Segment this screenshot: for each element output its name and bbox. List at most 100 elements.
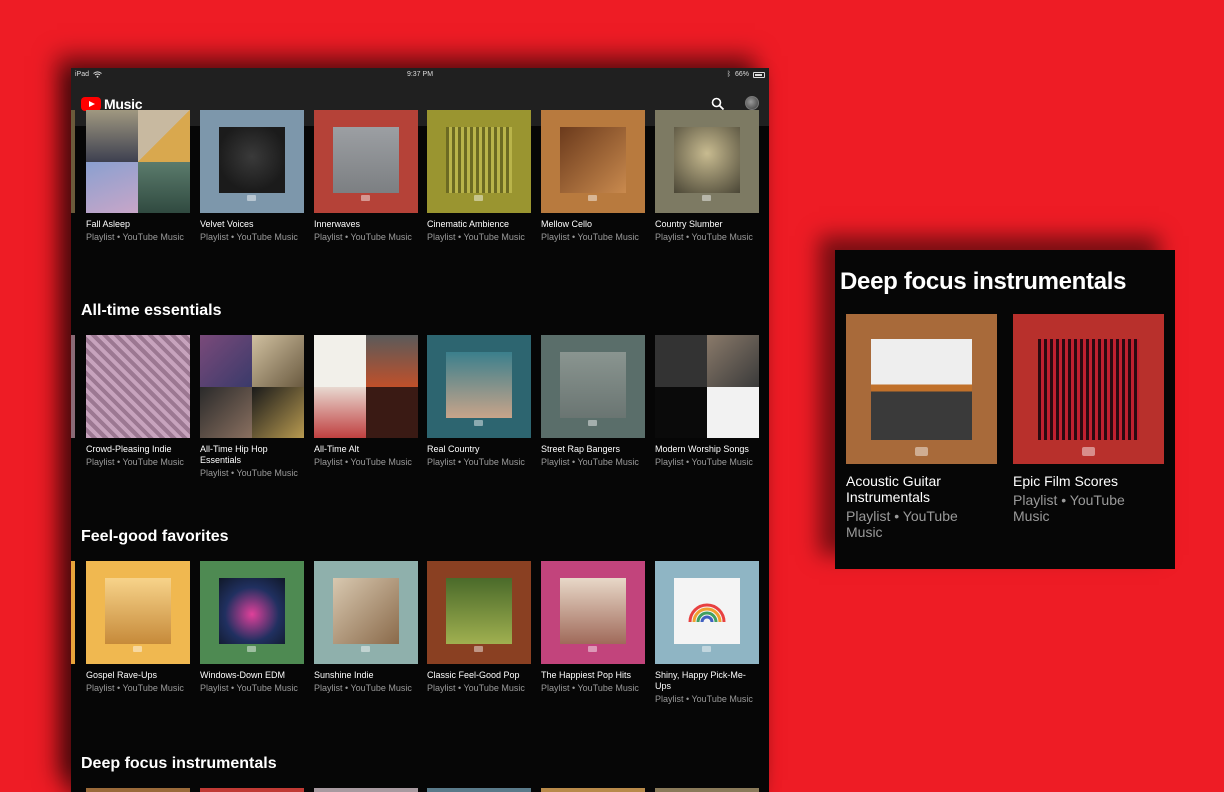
playlist-thumbnail bbox=[1013, 314, 1164, 464]
playlist-thumbnail bbox=[655, 561, 759, 664]
playlist-thumbnail-peek[interactable] bbox=[427, 788, 531, 792]
playlist-thumbnail bbox=[655, 335, 759, 438]
playlist-thumbnail bbox=[427, 335, 531, 438]
playlist-card[interactable]: Street Rap Bangers Playlist • YouTube Mu… bbox=[541, 335, 645, 468]
card-subtitle: Playlist • YouTube Music bbox=[314, 232, 412, 242]
playlist-card[interactable]: Classic Feel-Good Pop Playlist • YouTube… bbox=[427, 561, 531, 694]
card-title: Sunshine Indie bbox=[314, 670, 374, 680]
playlist-thumbnail bbox=[200, 335, 304, 438]
playlist-card[interactable]: Fall Asleep Playlist • YouTube Music bbox=[86, 110, 190, 243]
playlist-card[interactable]: Epic Film Scores Playlist • YouTube Musi… bbox=[1013, 314, 1165, 524]
playlist-card[interactable]: Country Slumber Playlist • YouTube Music bbox=[655, 110, 759, 243]
card-subtitle: Playlist • YouTube Music bbox=[427, 232, 525, 242]
card-subtitle: Playlist • YouTube Music bbox=[200, 683, 298, 693]
playlist-card[interactable]: Gospel Rave-Ups Playlist • YouTube Music bbox=[86, 561, 190, 694]
card-subtitle: Playlist • YouTube Music bbox=[427, 457, 525, 467]
playlist-card[interactable]: Modern Worship Songs Playlist • YouTube … bbox=[655, 335, 759, 468]
ipad-screen: iPad 9:37 PM ᛒ 66% Music Fall Asleep Pla… bbox=[71, 68, 769, 792]
card-title: Shiny, Happy Pick-Me-Ups bbox=[655, 670, 746, 691]
playlist-card[interactable]: Shiny, Happy Pick-Me-Ups Playlist • YouT… bbox=[655, 561, 759, 705]
card-title: All-Time Hip Hop Essentials bbox=[200, 444, 268, 465]
card-title: Modern Worship Songs bbox=[655, 444, 749, 454]
playlist-thumbnail bbox=[314, 335, 418, 438]
card-title: Classic Feel-Good Pop bbox=[427, 670, 520, 680]
card-subtitle: Playlist • YouTube Music bbox=[541, 683, 639, 693]
zoom-callout: Deep focus instrumentals Acoustic Guitar… bbox=[835, 250, 1175, 569]
card-title: Acoustic Guitar Instrumentals bbox=[846, 473, 941, 505]
playlist-thumbnail-peek[interactable] bbox=[541, 788, 645, 792]
card-subtitle: Playlist • YouTube Music bbox=[541, 457, 639, 467]
playlist-thumbnail-peek[interactable] bbox=[200, 788, 304, 792]
shelf-edge-thumb bbox=[71, 110, 75, 213]
shelf-edge-thumb bbox=[71, 335, 75, 438]
card-title: Windows-Down EDM bbox=[200, 670, 286, 680]
card-subtitle: Playlist • YouTube Music bbox=[314, 683, 412, 693]
card-subtitle: Playlist • YouTube Music bbox=[655, 232, 753, 242]
playlist-card[interactable]: Cinematic Ambience Playlist • YouTube Mu… bbox=[427, 110, 531, 243]
playlist-thumbnail-peek[interactable] bbox=[86, 788, 190, 792]
card-title: Innerwaves bbox=[314, 219, 361, 229]
playlist-card[interactable]: Acoustic Guitar Instrumentals Playlist •… bbox=[846, 314, 998, 540]
card-title: Fall Asleep bbox=[86, 219, 131, 229]
playlist-thumbnail bbox=[541, 335, 645, 438]
rainbow-art bbox=[688, 603, 726, 623]
card-subtitle: Playlist • YouTube Music bbox=[846, 508, 958, 540]
card-title: Mellow Cello bbox=[541, 219, 593, 229]
card-subtitle: Playlist • YouTube Music bbox=[427, 683, 525, 693]
playlist-card[interactable]: Real Country Playlist • YouTube Music bbox=[427, 335, 531, 468]
card-subtitle: Playlist • YouTube Music bbox=[314, 457, 412, 467]
search-icon[interactable] bbox=[711, 97, 725, 111]
playlist-card[interactable]: Windows-Down EDM Playlist • YouTube Musi… bbox=[200, 561, 304, 694]
playlist-thumbnail bbox=[427, 561, 531, 664]
card-title: Crowd-Pleasing Indie bbox=[86, 444, 172, 454]
status-bar: iPad 9:37 PM ᛒ 66% bbox=[71, 68, 769, 82]
battery-icon bbox=[753, 71, 765, 78]
card-title: Velvet Voices bbox=[200, 219, 254, 229]
playlist-thumbnail bbox=[86, 110, 190, 213]
playlist-thumbnail-peek[interactable] bbox=[314, 788, 418, 792]
playlist-card[interactable]: Crowd-Pleasing Indie Playlist • YouTube … bbox=[86, 335, 190, 468]
playlist-thumbnail bbox=[86, 561, 190, 664]
battery-percent: 66% bbox=[734, 71, 749, 78]
shelf-title: Deep focus instrumentals bbox=[81, 755, 277, 772]
shelf-title: Feel-good favorites bbox=[81, 528, 229, 545]
playlist-card[interactable]: The Happiest Pop Hits Playlist • YouTube… bbox=[541, 561, 645, 694]
card-title: Cinematic Ambience bbox=[427, 219, 510, 229]
playlist-thumbnail bbox=[846, 314, 997, 464]
playlist-thumbnail bbox=[314, 561, 418, 664]
card-subtitle: Playlist • YouTube Music bbox=[1013, 492, 1125, 524]
card-subtitle: Playlist • YouTube Music bbox=[200, 468, 298, 478]
playlist-card[interactable]: All-Time Hip Hop Essentials Playlist • Y… bbox=[200, 335, 304, 479]
card-subtitle: Playlist • YouTube Music bbox=[86, 232, 184, 242]
card-title: Street Rap Bangers bbox=[541, 444, 621, 454]
playlist-thumbnail-peek[interactable] bbox=[655, 788, 759, 792]
playlist-card[interactable]: Sunshine Indie Playlist • YouTube Music bbox=[314, 561, 418, 694]
playlist-card[interactable]: Mellow Cello Playlist • YouTube Music bbox=[541, 110, 645, 243]
card-subtitle: Playlist • YouTube Music bbox=[86, 683, 184, 693]
bluetooth-icon: ᛒ bbox=[726, 71, 731, 78]
card-title: Epic Film Scores bbox=[1013, 473, 1119, 489]
account-avatar[interactable] bbox=[745, 96, 759, 110]
playlist-thumbnail bbox=[314, 110, 418, 213]
card-title: Country Slumber bbox=[655, 219, 723, 229]
card-subtitle: Playlist • YouTube Music bbox=[200, 232, 298, 242]
callout-title: Deep focus instrumentals bbox=[840, 268, 1127, 295]
card-title: Real Country bbox=[427, 444, 480, 454]
shelf-title: All-time essentials bbox=[81, 302, 222, 319]
playlist-thumbnail bbox=[200, 561, 304, 664]
card-title: Gospel Rave-Ups bbox=[86, 670, 158, 680]
playlist-thumbnail bbox=[427, 110, 531, 213]
home-feed: Fall Asleep Playlist • YouTube Music Vel… bbox=[71, 110, 769, 792]
playlist-thumbnail bbox=[200, 110, 304, 213]
card-subtitle: Playlist • YouTube Music bbox=[655, 694, 753, 704]
playlist-thumbnail bbox=[541, 561, 645, 664]
playlist-thumbnail bbox=[541, 110, 645, 213]
playlist-thumbnail bbox=[86, 335, 190, 438]
card-subtitle: Playlist • YouTube Music bbox=[541, 232, 639, 242]
playlist-card[interactable]: All-Time Alt Playlist • YouTube Music bbox=[314, 335, 418, 468]
playlist-card[interactable]: Innerwaves Playlist • YouTube Music bbox=[314, 110, 418, 243]
playlist-card[interactable]: Velvet Voices Playlist • YouTube Music bbox=[200, 110, 304, 243]
shelf-edge-thumb bbox=[71, 561, 75, 664]
card-subtitle: Playlist • YouTube Music bbox=[655, 457, 753, 467]
card-title: The Happiest Pop Hits bbox=[541, 670, 632, 680]
